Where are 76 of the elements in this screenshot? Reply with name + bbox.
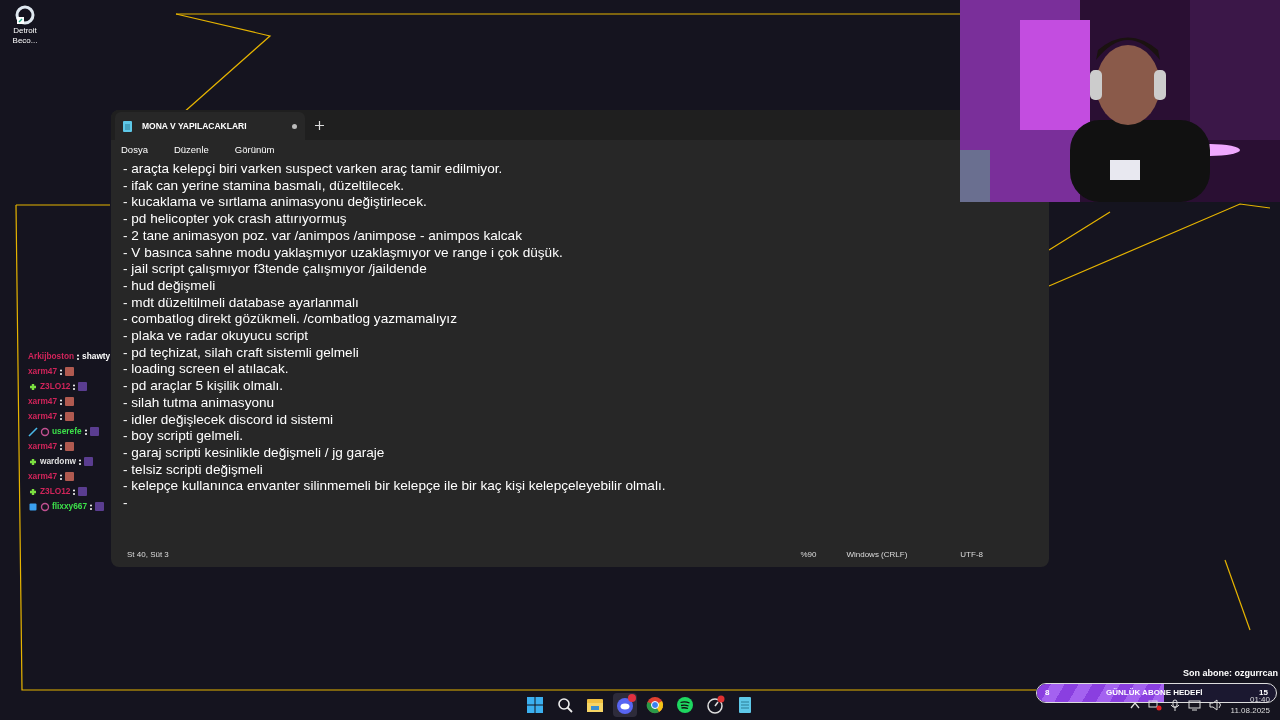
desktop-icon-label[interactable]: Detroit Beco...: [6, 26, 44, 46]
text-line: - loading screen el atılacak.: [123, 361, 290, 379]
chat-username: wardonw: [40, 455, 76, 468]
chat-username: xarm47: [28, 395, 58, 408]
goal-target: 15: [1259, 687, 1268, 697]
ring-badge-icon: [40, 426, 50, 437]
chat-username: xarm47: [28, 440, 58, 453]
text-line: - pd teçhizat, silah craft sistemli gelmeli: [123, 344, 360, 362]
separator-dot-icon: [59, 397, 64, 406]
menu-item[interactable]: Dosya: [121, 143, 148, 160]
chat-username: userefe: [52, 425, 82, 438]
cube-badge-icon: [28, 501, 38, 512]
plus-icon[interactable]: [315, 120, 324, 130]
separator-dot-icon: [59, 442, 64, 451]
text-line: - araçta kelepçi biri varken suspect varken araç tamir edilmiyor.: [123, 161, 504, 178]
separator-dot-icon: [89, 502, 94, 511]
text-line: - pd helicopter yok crash attırıyormuş: [123, 211, 348, 228]
app-shortcut-icon[interactable]: [14, 4, 36, 26]
text-line: - ifak can yerine stamina basmalı, düzeltilecek.: [123, 177, 406, 195]
unsaved-dot: [292, 123, 297, 129]
text-line: - 2 tane animasyon poz. var /animpos /animpose - animpos kalcak: [123, 227, 523, 245]
chat-username: Arkijboston: [28, 350, 75, 363]
separator-dot-icon: [76, 352, 81, 361]
display-icon[interactable]: [1187, 699, 1201, 711]
chat-username: Z3LO12: [40, 485, 71, 498]
chat-username: flixxy667: [52, 500, 88, 513]
separator-dot-icon: [59, 412, 64, 421]
separator-dot-icon: [72, 382, 77, 391]
notepad-icon: [123, 120, 132, 132]
text-line: - pd araçlar 5 kişilik olmalı.: [123, 378, 285, 395]
text-line: - plaka ve radar okuyucu script: [123, 328, 310, 345]
plus-badge-icon: [28, 381, 38, 392]
text-line: - silah tutma animasyonu: [123, 394, 276, 412]
chevron-up-icon[interactable]: [1129, 701, 1140, 709]
menu-item[interactable]: Görünüm: [234, 143, 275, 160]
text-line: - V basınca sahne modu yaklaşmıyor uzaklaşmıyor ve range i çok düşük.: [123, 244, 564, 262]
chat-username: xarm47: [28, 470, 58, 483]
clock-time[interactable]: 01:40: [1230, 694, 1270, 705]
text-line: - kucaklama ve sırtlama animasyonu değiştirlecek.: [123, 194, 428, 212]
text-line: - kelepçe kullanınca envanter silinmemeli bir kelepçe ile bir kaç kişi kelepçeleyebilir olmalı.: [123, 478, 667, 496]
separator-dot-icon: [59, 472, 64, 481]
network-icon[interactable]: [1147, 699, 1162, 711]
separator-dot-icon: [83, 427, 88, 436]
plus-badge-icon: [28, 456, 38, 467]
text-line: - mdt düzeltilmeli database ayarlanmalı: [123, 294, 360, 312]
chat-username: xarm47: [28, 365, 58, 378]
text-line: - telsiz scripti değişmeli: [123, 461, 264, 479]
microphone-icon[interactable]: [1169, 699, 1180, 711]
text-line: - hud değişmeli: [123, 277, 217, 295]
separator-dot-icon: [59, 367, 64, 376]
goal-current: 8: [1045, 687, 1050, 699]
plus-badge-icon: [28, 486, 38, 497]
text-line: - idler değişlecek discord id sistemi: [123, 411, 335, 429]
text-line: - boy scripti gelmeli.: [123, 428, 245, 445]
encoding: UTF-8: [960, 549, 983, 561]
menu-item[interactable]: Düzenle: [173, 143, 209, 160]
chat-message: shawty: [82, 350, 111, 363]
emote-icon: [89, 427, 99, 436]
chat-username: Z3LO12: [40, 380, 71, 393]
separator-dot-icon: [77, 457, 82, 466]
chat-username: xarm47: [28, 410, 58, 423]
ring-badge-icon: [40, 501, 50, 512]
speaker-icon[interactable]: [1208, 699, 1223, 711]
last-subscriber-text: Son abone: ozgurrcan: [1183, 667, 1278, 680]
separator-dot-icon: [72, 487, 77, 496]
text-line: -: [123, 495, 129, 512]
text-line: - combatlog direkt gözükmeli. /combatlog yazmamalıyız: [123, 311, 458, 329]
clock-date[interactable]: 11.08.2025: [1230, 705, 1270, 716]
cursor-position: St 40, Süt 3: [127, 549, 170, 561]
file-tab[interactable]: MONA V YAPILACAKLARI: [115, 112, 305, 140]
sword-badge-icon: [28, 426, 38, 437]
text-line: - jail script çalışmıyor f3tende çalışmıyor /jaildende: [123, 261, 428, 278]
zoom-level: %90: [800, 549, 817, 561]
line-ending: Windows (CRLF): [846, 549, 908, 561]
tab-title: MONA V YAPILACAKLARI: [142, 119, 247, 133]
text-line: - garaj scripti kesinlikle değişmeli / jg garaje: [123, 444, 386, 462]
